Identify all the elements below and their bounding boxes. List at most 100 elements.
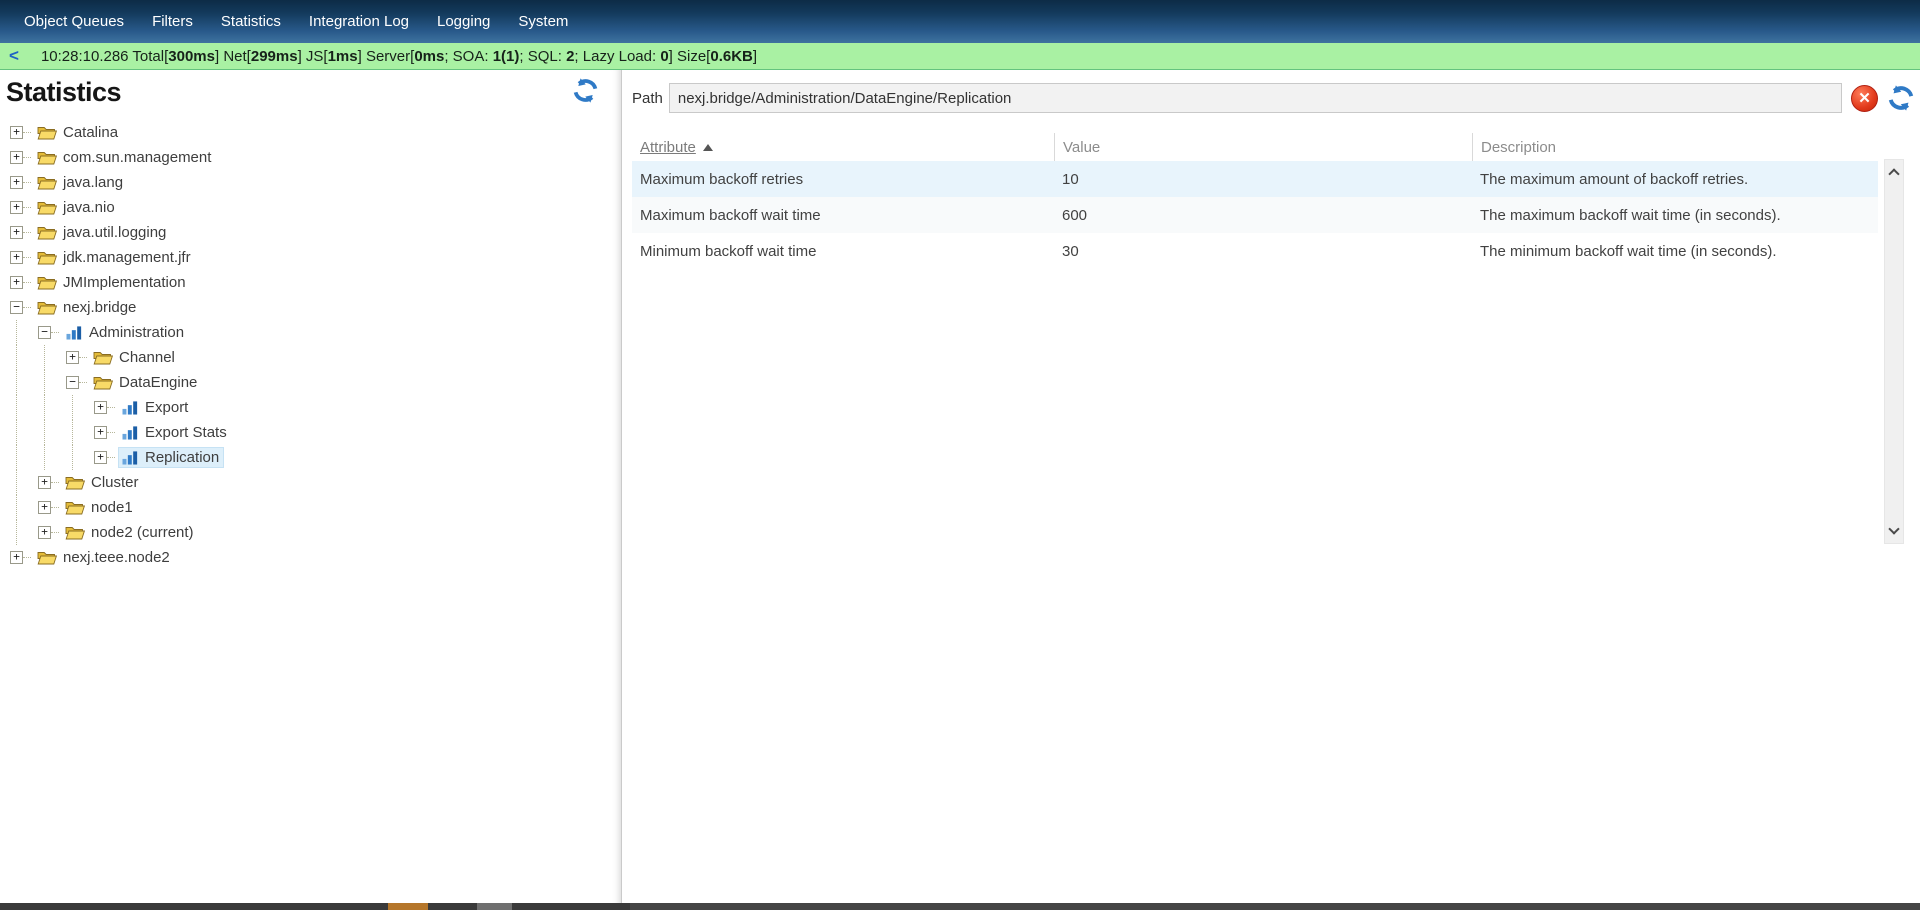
tree-item-java-nio[interactable]: + java.nio	[0, 195, 621, 220]
status-bar: < 10:28:10.286 Total[300ms] Net[299ms] J…	[0, 43, 1920, 70]
table-row[interactable]: Maximum backoff retries10The maximum amo…	[632, 161, 1878, 197]
tree-item-java-util-logging[interactable]: + java.util.logging	[0, 220, 621, 245]
tree-guide-line	[38, 395, 66, 420]
tree-node[interactable]: Replication	[118, 447, 224, 468]
expand-icon[interactable]: +	[38, 476, 51, 489]
column-header-attribute[interactable]: Attribute	[632, 133, 1054, 161]
expand-icon[interactable]: +	[10, 251, 23, 264]
expand-icon[interactable]: +	[10, 276, 23, 289]
menu-item-object-queues[interactable]: Object Queues	[10, 0, 138, 43]
expand-icon[interactable]: +	[66, 351, 79, 364]
collapse-icon[interactable]: −	[38, 326, 51, 339]
tree-item-catalina[interactable]: + Catalina	[0, 120, 621, 145]
timing-status-text: 10:28:10.286 Total[300ms] Net[299ms] JS[…	[41, 48, 757, 65]
tree-item-cluster[interactable]: + Cluster	[0, 470, 621, 495]
folder-icon	[37, 550, 57, 566]
tree-item-nexj-teee-node2[interactable]: + nexj.teee.node2	[0, 545, 621, 570]
tree-item-export[interactable]: + Export	[0, 395, 621, 420]
expand-icon[interactable]: +	[94, 451, 107, 464]
table-body: Maximum backoff retries10The maximum amo…	[632, 161, 1878, 269]
menu-item-statistics[interactable]: Statistics	[207, 0, 295, 43]
tree-item-label: Export Stats	[145, 424, 227, 441]
status-segment: ; SOA:	[444, 48, 492, 65]
expand-icon[interactable]: +	[10, 176, 23, 189]
close-icon[interactable]: ✕	[1851, 85, 1878, 112]
refresh-icon[interactable]	[572, 77, 599, 104]
tree-node[interactable]: Cluster	[62, 472, 144, 493]
menu-item-integration-log[interactable]: Integration Log	[295, 0, 423, 43]
collapse-icon[interactable]: −	[10, 301, 23, 314]
tree-node[interactable]: Catalina	[34, 122, 123, 143]
column-header-value[interactable]: Value	[1054, 133, 1472, 161]
description-cell: The maximum amount of backoff retries.	[1472, 161, 1878, 197]
tree-item-label: DataEngine	[119, 374, 197, 391]
collapse-icon[interactable]: −	[66, 376, 79, 389]
tree-item-node2-current[interactable]: + node2 (current)	[0, 520, 621, 545]
path-label: Path	[632, 90, 663, 107]
status-segment: ] JS[	[298, 48, 328, 65]
menu-item-filters[interactable]: Filters	[138, 0, 207, 43]
tree-item-export-stats[interactable]: + Export Stats	[0, 420, 621, 445]
tree-item-administration[interactable]: −Administration	[0, 320, 621, 345]
status-segment: ] Server[	[358, 48, 415, 65]
tree-item-node1[interactable]: + node1	[0, 495, 621, 520]
chart-icon	[65, 325, 83, 340]
tree-item-jdk-management-jfr[interactable]: + jdk.management.jfr	[0, 245, 621, 270]
tree-guide-line	[38, 445, 66, 470]
left-panel: Statistics +Catalina+com.sun.management+…	[0, 70, 622, 910]
tree-node[interactable]: java.lang	[34, 172, 128, 193]
tree-item-java-lang[interactable]: + java.lang	[0, 170, 621, 195]
tree-guide-line	[38, 345, 66, 370]
scroll-up-icon[interactable]	[1888, 168, 1899, 179]
path-input[interactable]	[669, 83, 1842, 113]
expand-icon[interactable]: +	[94, 401, 107, 414]
menu-item-system[interactable]: System	[504, 0, 582, 43]
tree-node[interactable]: nexj.bridge	[34, 297, 141, 318]
tree-connector	[79, 382, 87, 383]
tree-guide-line	[10, 420, 38, 445]
tree-node[interactable]: java.nio	[34, 197, 120, 218]
back-icon[interactable]: <	[9, 46, 19, 66]
tree-connector	[107, 457, 115, 458]
tree-node[interactable]: com.sun.management	[34, 147, 216, 168]
table-row[interactable]: Minimum backoff wait time30The minimum b…	[632, 233, 1878, 269]
tree-guide-line	[38, 420, 66, 445]
expand-icon[interactable]: +	[10, 151, 23, 164]
expand-icon[interactable]: +	[38, 526, 51, 539]
tree-node[interactable]: node1	[62, 497, 138, 518]
tree-node[interactable]: DataEngine	[90, 372, 202, 393]
tree-node[interactable]: java.util.logging	[34, 222, 171, 243]
tree-item-dataengine[interactable]: − DataEngine	[0, 370, 621, 395]
table-scrollbar[interactable]	[1884, 159, 1904, 544]
attribute-cell: Maximum backoff wait time	[632, 197, 1054, 233]
tree-node[interactable]: node2 (current)	[62, 522, 199, 543]
tree-node[interactable]: jdk.management.jfr	[34, 247, 196, 268]
status-segment: ]	[753, 48, 757, 65]
refresh-icon[interactable]	[1887, 84, 1915, 112]
tree-item-nexj-bridge[interactable]: −nexj.bridge	[0, 295, 621, 320]
tree-node[interactable]: Channel	[90, 347, 180, 368]
expand-icon[interactable]: +	[10, 126, 23, 139]
expand-icon[interactable]: +	[10, 201, 23, 214]
tree-node[interactable]: nexj.teee.node2	[34, 547, 175, 568]
tree-item-replication[interactable]: + Replication	[0, 445, 621, 470]
tree-connector	[107, 407, 115, 408]
tree-node[interactable]: Administration	[62, 322, 189, 343]
status-segment: 0.6KB	[710, 48, 753, 65]
tree-item-com-sun-management[interactable]: + com.sun.management	[0, 145, 621, 170]
tree-node[interactable]: Export	[118, 397, 193, 418]
column-header-description[interactable]: Description	[1472, 133, 1878, 161]
tree-item-label: java.util.logging	[63, 224, 166, 241]
expand-icon[interactable]: +	[38, 501, 51, 514]
tree-node[interactable]: Export Stats	[118, 422, 232, 443]
table-row[interactable]: Maximum backoff wait time600The maximum …	[632, 197, 1878, 233]
scroll-down-icon[interactable]	[1888, 523, 1899, 534]
tree-item-jmimplementation[interactable]: + JMImplementation	[0, 270, 621, 295]
menu-item-logging[interactable]: Logging	[423, 0, 504, 43]
tree-node[interactable]: JMImplementation	[34, 272, 191, 293]
expand-icon[interactable]: +	[10, 551, 23, 564]
expand-icon[interactable]: +	[10, 226, 23, 239]
tree-item-label: Replication	[145, 449, 219, 466]
tree-item-channel[interactable]: + Channel	[0, 345, 621, 370]
expand-icon[interactable]: +	[94, 426, 107, 439]
